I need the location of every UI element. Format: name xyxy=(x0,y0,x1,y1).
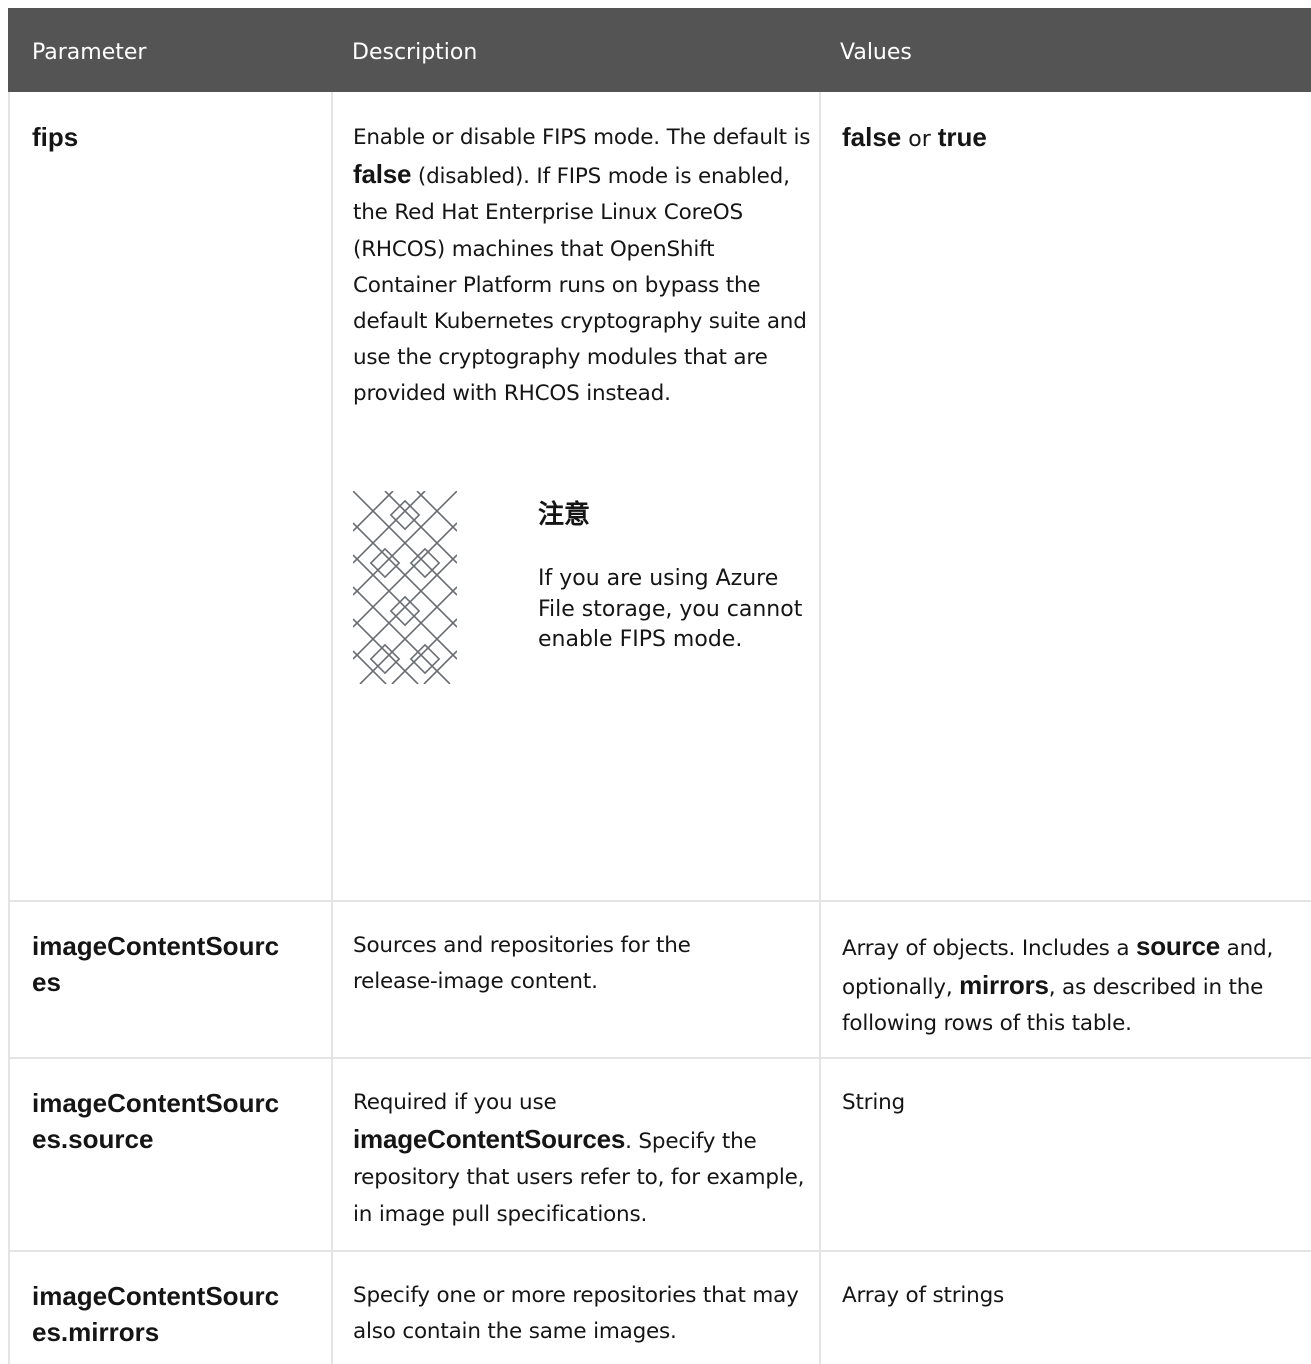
param-line: imageContentSourc xyxy=(32,1088,280,1118)
param-line: es.source xyxy=(32,1124,154,1154)
param-line: es xyxy=(32,967,61,997)
header-parameter: Parameter xyxy=(32,40,147,65)
note-title: 注意 xyxy=(538,500,591,530)
param-imagecontentsources-mirrors: imageContentSourc es.mirrors xyxy=(32,1278,279,1350)
param-line: es.mirrors xyxy=(32,1317,160,1347)
param-line: imageContentSourc xyxy=(32,931,280,961)
desc-imagecontentsources: Sources and repositories for the release… xyxy=(353,933,691,995)
value-code: false xyxy=(842,122,902,152)
grid-line xyxy=(8,1057,1311,1059)
desc-code: false xyxy=(353,159,412,190)
values-fips: false or true xyxy=(842,119,987,158)
value-text: or xyxy=(901,127,938,152)
values-imagecontentsources: Array of objects. Includes a source and,… xyxy=(842,928,1287,1043)
values-imagecontentsources-source: String xyxy=(842,1090,905,1115)
values-imagecontentsources-mirrors: Array of strings xyxy=(842,1283,1005,1308)
param-imagecontentsources-source: imageContentSourc es.source xyxy=(32,1085,279,1157)
desc-text: (disabled). If FIPS mode is enabled, the… xyxy=(353,164,807,407)
desc-imagecontentsources-mirrors: Specify one or more repositories that ma… xyxy=(353,1283,799,1345)
desc-imagecontentsources-source: Required if you use imageContentSources.… xyxy=(353,1085,813,1233)
header-values: Values xyxy=(840,40,912,65)
note-icon xyxy=(353,491,457,684)
value-code: true xyxy=(937,122,987,152)
grid-line xyxy=(331,92,333,1364)
desc-text: Enable or disable FIPS mode. The default… xyxy=(353,125,811,150)
desc-text: Required if you use xyxy=(353,1090,557,1115)
grid-line xyxy=(8,900,1311,902)
grid-line xyxy=(8,1250,1311,1252)
desc-fips: Enable or disable FIPS mode. The default… xyxy=(353,120,813,413)
table-header: Parameter Description Values xyxy=(8,8,1311,92)
param-line: imageContentSourc xyxy=(32,1281,280,1311)
grid-line xyxy=(819,92,821,1364)
grid-line xyxy=(8,92,10,1364)
note-body: If you are using Azure File storage, you… xyxy=(538,566,803,652)
param-imagecontentsources: imageContentSourc es xyxy=(32,928,279,1000)
value-code: mirrors xyxy=(959,970,1049,1001)
header-description: Description xyxy=(352,40,478,65)
desc-code: imageContentSources xyxy=(353,1124,626,1155)
param-fips: fips xyxy=(32,122,79,152)
value-text: Array of objects. Includes a xyxy=(842,936,1136,961)
value-code: source xyxy=(1135,931,1220,961)
